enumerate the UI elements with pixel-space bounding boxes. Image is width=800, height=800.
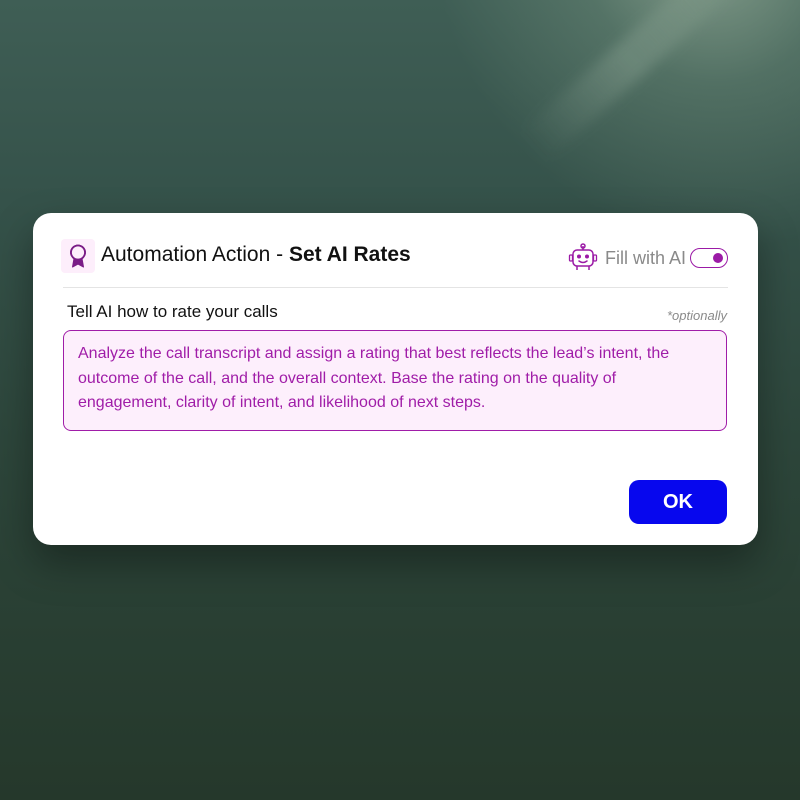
rating-prompt-textarea[interactable]: Analyze the call transcript and assign a… [63, 330, 727, 431]
dialog-title-action: Set AI Rates [288, 243, 411, 266]
optional-note: *optionally [667, 308, 727, 323]
background-light-streak [520, 0, 740, 162]
robot-icon [567, 243, 599, 273]
fill-with-ai-label: Fill with AI [604, 247, 686, 268]
ok-button[interactable]: OK [629, 480, 727, 524]
award-ribbon-icon [61, 239, 95, 273]
fill-with-ai-control[interactable]: Fill with AI [567, 243, 728, 273]
toggle-knob [713, 252, 723, 263]
prompt-label: Tell AI how to rate your calls [67, 302, 278, 321]
fill-with-ai-toggle[interactable] [690, 248, 728, 268]
header-divider [63, 287, 728, 288]
automation-action-dialog: Automation Action - Set AI Rates Fill wi… [33, 213, 758, 545]
dialog-title-prefix: Automation Action - [101, 243, 289, 266]
dialog-title: Automation Action - Set AI Rates [101, 243, 411, 267]
